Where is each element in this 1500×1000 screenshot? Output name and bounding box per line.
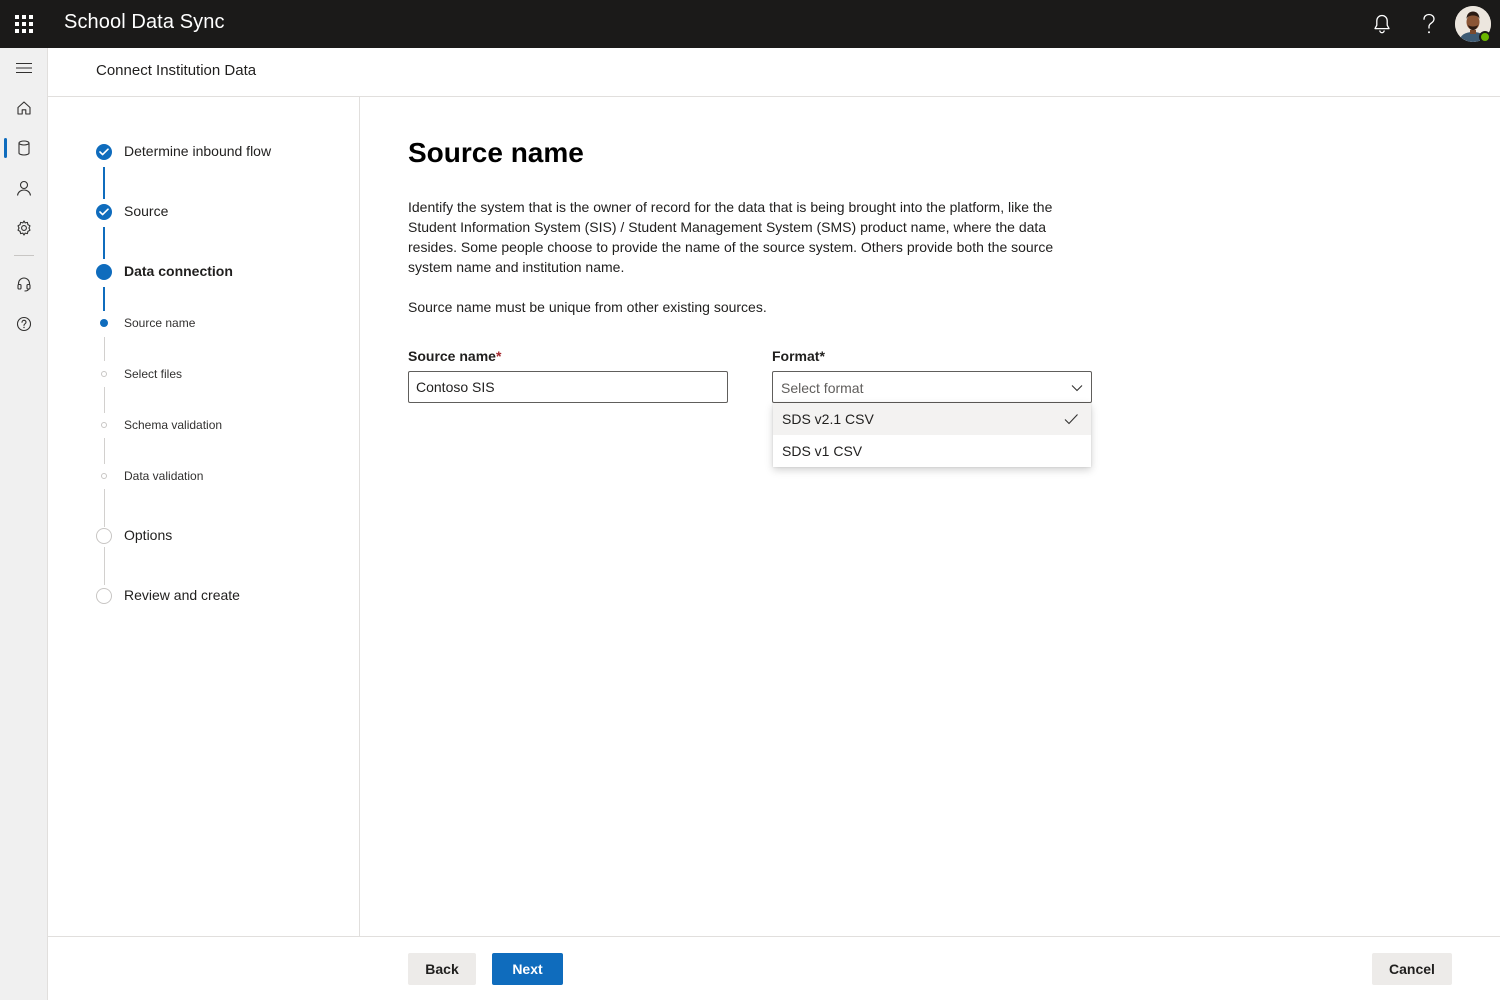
rail-active-indicator xyxy=(4,138,7,158)
left-rail xyxy=(0,48,48,1000)
presence-indicator xyxy=(1479,31,1491,43)
substep-source-name[interactable]: Source name xyxy=(124,316,195,330)
substep-schema-validation[interactable]: Schema validation xyxy=(124,418,222,432)
cancel-button[interactable]: Cancel xyxy=(1372,953,1452,985)
help-icon[interactable] xyxy=(1413,8,1445,40)
settings-icon[interactable] xyxy=(0,208,48,248)
format-option-label: SDS v1 CSV xyxy=(782,443,863,459)
substep-current-icon xyxy=(100,319,108,327)
format-dropdown-placeholder: Select format xyxy=(781,380,864,396)
page-title: Connect Institution Data xyxy=(96,62,257,79)
top-bar: School Data Sync xyxy=(0,0,1500,48)
source-name-label: Source name* xyxy=(408,348,501,364)
step-source[interactable]: Source xyxy=(124,203,168,219)
back-button[interactable]: Back xyxy=(408,953,476,985)
step-pending-icon xyxy=(96,528,112,544)
format-option-sds-v1-csv[interactable]: SDS v1 CSV xyxy=(773,435,1091,467)
step-connector xyxy=(103,337,105,361)
section-description: Identify the system that is the owner of… xyxy=(408,199,1054,275)
rail-divider xyxy=(14,255,34,256)
wizard-steps: Determine inbound flow Source Data conne… xyxy=(48,97,360,937)
substep-pending-icon xyxy=(101,422,107,428)
database-icon[interactable] xyxy=(0,128,48,168)
home-icon[interactable] xyxy=(0,88,48,128)
step-done-icon xyxy=(96,204,112,220)
menu-icon[interactable] xyxy=(0,48,48,88)
waffle-icon[interactable] xyxy=(0,0,48,48)
format-label: Format* xyxy=(772,348,825,364)
main-content: Source name Identify the system that is … xyxy=(360,97,1500,937)
step-connector xyxy=(103,287,105,311)
person-icon[interactable] xyxy=(0,168,48,208)
substep-pending-icon xyxy=(101,473,107,479)
substep-select-files[interactable]: Select files xyxy=(124,367,182,381)
substep-data-validation[interactable]: Data validation xyxy=(124,469,203,483)
source-name-input[interactable] xyxy=(408,371,728,403)
wizard-footer: Back Next Cancel xyxy=(48,936,1500,1000)
format-dropdown-menu: SDS v2.1 CSV SDS v1 CSV xyxy=(773,403,1091,467)
step-pending-icon xyxy=(96,588,112,604)
page-header: Connect Institution Data xyxy=(48,48,1500,97)
uniqueness-note: Source name must be unique from other ex… xyxy=(408,299,767,315)
step-review-and-create[interactable]: Review and create xyxy=(124,587,240,603)
step-connector xyxy=(103,167,105,199)
help-circle-icon[interactable] xyxy=(0,304,48,344)
step-connector xyxy=(103,489,105,527)
next-button[interactable]: Next xyxy=(492,953,563,985)
step-connector xyxy=(103,227,105,259)
format-label-text: Format xyxy=(772,348,820,364)
format-option-sds-v2-1-csv[interactable]: SDS v2.1 CSV xyxy=(773,403,1091,435)
section-heading: Source name xyxy=(408,137,584,168)
step-connector xyxy=(103,387,105,413)
step-done-icon xyxy=(96,144,112,160)
step-data-connection[interactable]: Data connection xyxy=(124,263,233,279)
checkmark-icon xyxy=(1063,411,1079,432)
required-marker: * xyxy=(495,348,502,364)
step-connector xyxy=(103,547,105,585)
step-connector xyxy=(103,438,105,464)
step-options[interactable]: Options xyxy=(124,527,172,543)
step-current-icon xyxy=(96,264,112,280)
format-required-marker: * xyxy=(819,348,825,364)
substep-pending-icon xyxy=(101,371,107,377)
source-name-label-text: Source name xyxy=(408,348,496,364)
bell-icon[interactable] xyxy=(1366,8,1398,40)
headset-icon[interactable] xyxy=(0,264,48,304)
chevron-down-icon xyxy=(1071,381,1083,399)
app-title[interactable]: School Data Sync xyxy=(64,11,225,34)
step-determine-inbound-flow[interactable]: Determine inbound flow xyxy=(124,143,271,159)
format-dropdown[interactable]: Select format xyxy=(772,371,1092,403)
format-option-label: SDS v2.1 CSV xyxy=(782,411,874,427)
